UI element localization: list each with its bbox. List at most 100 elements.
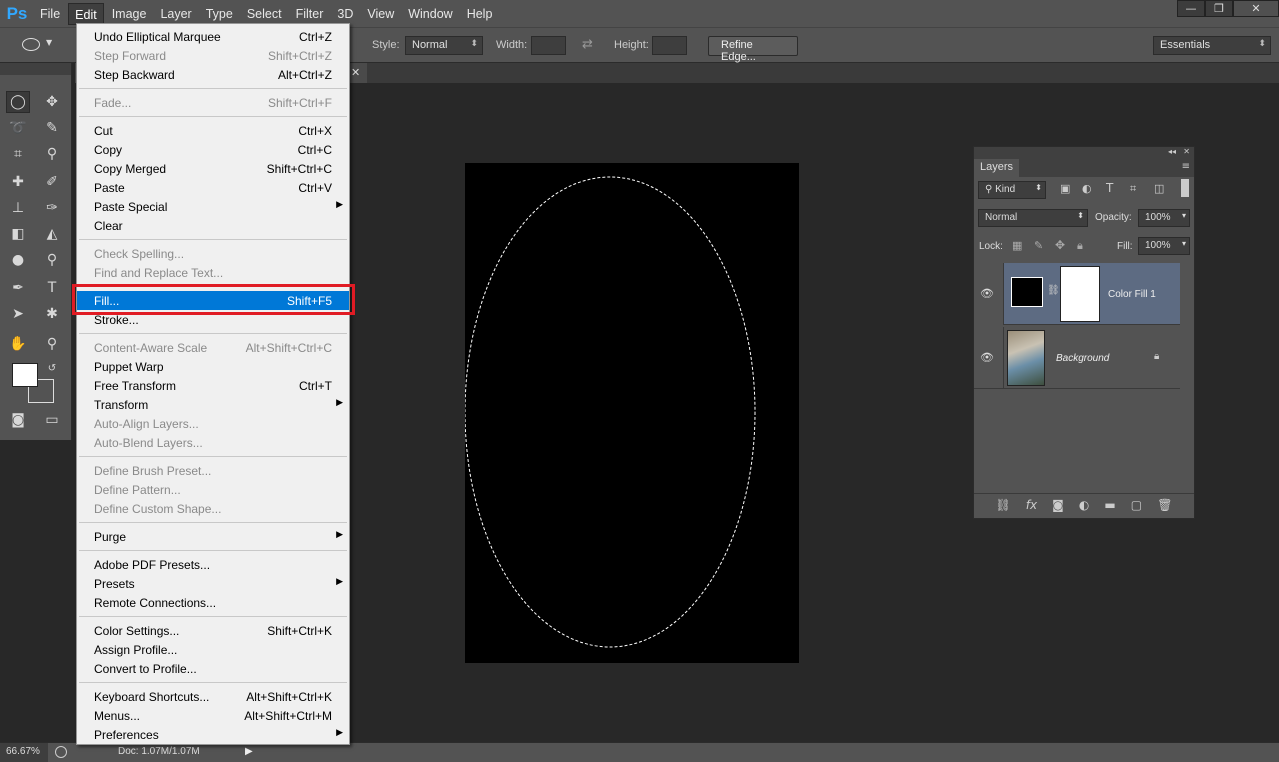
type-tool-icon[interactable]: T [40, 277, 64, 299]
path-selection-tool-icon[interactable]: ➤ [6, 303, 30, 325]
lock-transparent-icon[interactable]: ▦ [1012, 239, 1022, 252]
menu-item-step-backward[interactable]: Step Backward Alt+Ctrl+Z [77, 65, 349, 84]
menu-item-content-aware-scale[interactable]: Content-Aware Scale Alt+Shift+Ctrl+C [77, 338, 349, 357]
pen-tool-icon[interactable]: ✒ [6, 277, 30, 299]
link-layers-icon[interactable]: ⛓ [996, 498, 1011, 512]
menu-item-clear[interactable]: Clear [77, 216, 349, 235]
fx-icon[interactable]: fx [1026, 498, 1037, 512]
style-select[interactable]: Normal ⬍ [405, 36, 483, 55]
menu-item-copy-merged[interactable]: Copy Merged Shift+Ctrl+C [77, 159, 349, 178]
eraser-tool-icon[interactable]: ◧ [6, 223, 30, 245]
brush-tool-icon[interactable]: ✐ [40, 171, 64, 193]
eye-icon[interactable]: 👁︎ [980, 287, 996, 300]
clone-stamp-tool-icon[interactable]: ⊥ [6, 197, 30, 219]
preset-dropdown-arrow-icon[interactable]: ▼ [46, 38, 52, 47]
menu-item-undo-elliptical-marquee[interactable]: Undo Elliptical Marquee Ctrl+Z [77, 27, 349, 46]
menu-item-define-pattern[interactable]: Define Pattern... [77, 480, 349, 499]
close-panel-icon[interactable]: ✕ [1183, 147, 1190, 156]
status-icon[interactable] [55, 746, 67, 758]
menu-item-auto-blend-layers[interactable]: Auto-Blend Layers... [77, 433, 349, 452]
lock-position-icon[interactable]: ✥ [1055, 238, 1065, 252]
layers-panel-header[interactable]: ◂◂ ✕ [974, 147, 1194, 159]
opacity-input[interactable]: 100% ▾ [1138, 209, 1190, 227]
new-adjustment-layer-icon[interactable]: ◐ [1079, 498, 1089, 512]
quick-mask-icon[interactable]: ◙ [6, 409, 30, 431]
elliptical-marquee-tool-icon[interactable]: ◯ [6, 91, 30, 113]
menu-item-auto-align-layers[interactable]: Auto-Align Layers... [77, 414, 349, 433]
menu-item-presets[interactable]: Presets ▶ [77, 574, 349, 593]
menu-help[interactable]: Help [461, 3, 499, 25]
foreground-color-swatch[interactable] [12, 363, 38, 387]
custom-shape-tool-icon[interactable]: ✱ [40, 303, 64, 325]
eyedropper-tool-icon[interactable]: ⚲ [40, 143, 64, 165]
lock-pixels-icon[interactable]: ✎ [1034, 239, 1043, 252]
status-menu-arrow-icon[interactable]: ▶ [245, 746, 253, 757]
menu-item-find-and-replace-text[interactable]: Find and Replace Text... [77, 263, 349, 282]
menu-item-step-forward[interactable]: Step Forward Shift+Ctrl+Z [77, 46, 349, 65]
minimize-button[interactable]: — [1177, 0, 1205, 17]
blend-mode-select[interactable]: Normal ⬍ [978, 209, 1088, 227]
adjustment-filter-icon[interactable]: ◐ [1082, 182, 1092, 195]
crop-tool-icon[interactable]: ⌗ [6, 143, 30, 165]
menu-item-purge[interactable]: Purge ▶ [77, 527, 349, 546]
menu-item-cut[interactable]: Cut Ctrl+X [77, 121, 349, 140]
close-button[interactable]: ✕ [1233, 0, 1279, 17]
menu-type[interactable]: Type [200, 3, 239, 25]
menu-item-transform[interactable]: Transform ▶ [77, 395, 349, 414]
collapse-panel-icon[interactable]: ◂◂ [1168, 147, 1176, 156]
menu-item-menus[interactable]: Menus... Alt+Shift+Ctrl+M [77, 706, 349, 725]
menu-item-preferences[interactable]: Preferences ▶ [77, 725, 349, 744]
menu-3d[interactable]: 3D [331, 3, 359, 25]
add-mask-icon[interactable]: ◙ [1052, 498, 1064, 512]
quick-selection-tool-icon[interactable]: ✎ [40, 117, 64, 139]
type-filter-icon[interactable]: T [1106, 181, 1113, 195]
menu-select[interactable]: Select [241, 3, 288, 25]
move-tool-icon[interactable]: ✥ [40, 91, 64, 113]
menu-item-define-custom-shape[interactable]: Define Custom Shape... [77, 499, 349, 518]
swap-icon[interactable]: ⇄ [582, 37, 593, 52]
menu-image[interactable]: Image [106, 3, 153, 25]
swap-colors-icon[interactable]: ↺ [40, 357, 64, 379]
new-layer-icon[interactable]: ▢ [1131, 498, 1142, 512]
menu-item-assign-profile[interactable]: Assign Profile... [77, 640, 349, 659]
trash-icon[interactable]: 🗑︎ [1157, 498, 1172, 512]
menu-item-convert-to-profile[interactable]: Convert to Profile... [77, 659, 349, 678]
close-tab-icon[interactable]: ✕ [351, 66, 360, 79]
tools-panel-header[interactable] [0, 63, 71, 75]
panel-menu-icon[interactable]: ≡ [1182, 161, 1190, 172]
lasso-tool-icon[interactable]: ➰ [6, 117, 30, 139]
layers-tab[interactable]: Layers [974, 159, 1020, 177]
menu-item-puppet-warp[interactable]: Puppet Warp [77, 357, 349, 376]
zoom-tool-icon[interactable]: ⚲ [40, 333, 64, 355]
document-canvas[interactable] [464, 163, 799, 663]
menu-item-fade[interactable]: Fade... Shift+Ctrl+F [77, 93, 349, 112]
eye-icon[interactable]: 👁︎ [980, 351, 996, 364]
menu-item-free-transform[interactable]: Free Transform Ctrl+T [77, 376, 349, 395]
menu-item-copy[interactable]: Copy Ctrl+C [77, 140, 349, 159]
height-input[interactable] [652, 36, 687, 55]
workspace-select[interactable]: Essentials ⬍ [1153, 36, 1271, 55]
menu-filter[interactable]: Filter [290, 3, 330, 25]
elliptical-marquee-preset-icon[interactable] [22, 38, 40, 51]
layer-row-color-fill[interactable]: 👁︎ ⛓ Color Fill 1 [974, 263, 1180, 325]
link-icon[interactable]: ⛓ [1047, 285, 1060, 296]
menu-layer[interactable]: Layer [154, 3, 197, 25]
pixel-filter-icon[interactable]: ▣ [1060, 182, 1070, 195]
layer-row-background[interactable]: 👁︎ Background 🔒︎ [974, 327, 1180, 389]
fill-input[interactable]: 100% ▾ [1138, 237, 1190, 255]
menu-file[interactable]: File [34, 3, 66, 25]
smart-object-filter-icon[interactable]: ◫ [1154, 182, 1164, 195]
history-brush-tool-icon[interactable]: ✑ [40, 197, 64, 219]
width-input[interactable] [531, 36, 566, 55]
refine-edge-button[interactable]: Refine Edge... [708, 36, 798, 63]
lock-all-icon[interactable]: 🔒︎ [1077, 239, 1083, 253]
menu-item-define-brush-preset[interactable]: Define Brush Preset... [77, 461, 349, 480]
menu-window[interactable]: Window [402, 3, 458, 25]
zoom-field[interactable]: 66.67% [0, 743, 48, 762]
layer-mask-thumbnail[interactable] [1060, 266, 1100, 322]
screen-mode-icon[interactable]: ▭ [40, 409, 64, 431]
menu-item-check-spelling[interactable]: Check Spelling... [77, 244, 349, 263]
shape-filter-icon[interactable]: ⌗ [1130, 182, 1136, 196]
menu-item-color-settings[interactable]: Color Settings... Shift+Ctrl+K [77, 621, 349, 640]
hand-tool-icon[interactable]: ✋ [6, 333, 30, 355]
